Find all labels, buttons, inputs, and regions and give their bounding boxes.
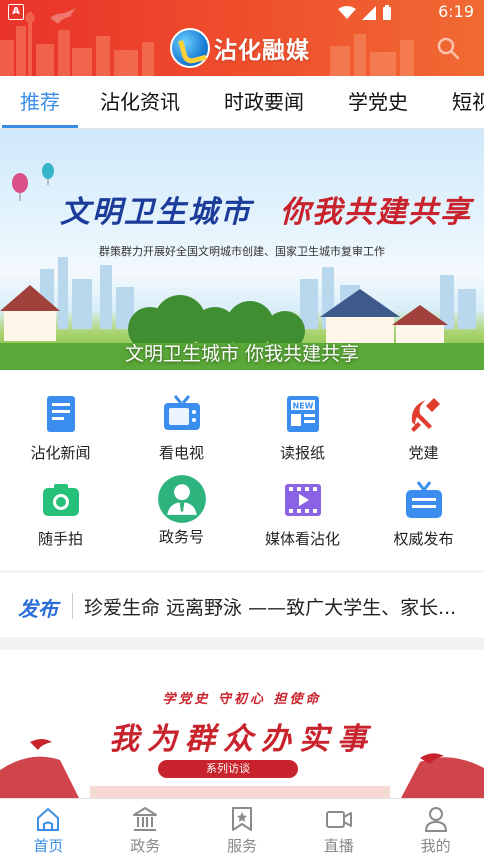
grid-label: 媒体看沾化 — [264, 530, 340, 548]
news-ticker[interactable]: 发布 珍爱生命 远离野泳 ——致广大学生、家长... — [0, 573, 484, 637]
grid-item-party-building[interactable]: 党建 — [363, 392, 484, 463]
grid-item-gov-accounts[interactable]: 政务号 — [121, 475, 242, 547]
logo-mark-icon — [170, 28, 210, 68]
nav-label: 我的 — [420, 837, 451, 855]
grid-item-official-release[interactable]: 权威发布 — [363, 478, 484, 549]
signal-icon — [362, 6, 376, 20]
tab-short-video[interactable]: 短视 — [452, 76, 484, 128]
grid-item-watch-tv[interactable]: 看电视 — [121, 392, 242, 463]
camera-icon — [42, 484, 79, 516]
nav-home[interactable]: 首页 — [0, 799, 97, 861]
video-icon — [284, 484, 321, 516]
wifi-icon — [338, 6, 356, 19]
nav-profile[interactable]: 我的 — [387, 799, 484, 861]
promo-title: 我为群众办实事 — [109, 722, 375, 757]
app-header: A 6:19 沾化融媒 — [0, 0, 484, 76]
news-paper-icon: NEW — [286, 396, 319, 432]
nav-label: 服务 — [226, 837, 257, 855]
svg-text:NEW: NEW — [292, 402, 313, 411]
banner-caption: 文明卫生城市 你我共建共享 — [124, 343, 360, 365]
promo-badge: 系列访谈 — [158, 760, 298, 778]
grid-label: 政务号 — [158, 528, 204, 546]
newspaper-icon — [46, 396, 75, 432]
channel-tabs: 推荐 沾化资讯 时政要闻 学党史 短视 — [0, 76, 484, 129]
nav-live[interactable]: 直播 — [290, 799, 387, 861]
party-emblem-icon — [410, 398, 440, 432]
nav-government[interactable]: 政务 — [97, 799, 194, 861]
nav-services[interactable]: 服务 — [194, 799, 291, 861]
battery-icon — [383, 5, 391, 20]
status-time: 6:19 — [438, 2, 474, 21]
banner-headline-right: 你我共建共享 — [280, 195, 472, 230]
broadcast-icon — [405, 481, 442, 518]
app-logo: 沾化融媒 — [170, 28, 310, 68]
ticker-headline[interactable]: 珍爱生命 远离野泳 ——致广大学生、家长... — [84, 593, 456, 620]
promo-banner[interactable]: 学党史 守初心 担使命 我为群众办实事 系列访谈 — [0, 650, 484, 800]
bottom-navigation: 首页 政务 服务 直播 我的 — [0, 798, 484, 861]
official-account-icon — [157, 475, 206, 523]
tab-party-history[interactable]: 学党史 — [348, 76, 408, 128]
search-icon[interactable] — [436, 36, 460, 60]
shortcut-grid: 沾化新闻 看电视 NEW 读报纸 党建 随手拍 政务号 媒体看沾化 权威发布 — [0, 370, 484, 570]
grid-label: 党建 — [408, 444, 439, 462]
tab-zhanhua-news[interactable]: 沾化资讯 — [100, 76, 180, 128]
grid-label: 读报纸 — [279, 444, 325, 462]
grid-label: 随手拍 — [37, 530, 83, 548]
ticker-tag: 发布 — [18, 597, 58, 621]
home-icon — [37, 808, 60, 831]
grid-label: 看电视 — [158, 444, 204, 462]
user-icon — [424, 807, 447, 832]
ticker-divider — [72, 593, 73, 619]
tab-politics[interactable]: 时政要闻 — [224, 76, 304, 128]
promo-kicker: 学党史 守初心 担使命 — [162, 692, 322, 707]
bookmark-star-icon — [231, 807, 252, 831]
grid-label: 沾化新闻 — [30, 444, 91, 462]
government-building-icon — [133, 807, 158, 831]
tv-icon — [163, 395, 200, 430]
grid-label: 权威发布 — [393, 530, 454, 548]
grid-item-snapshot[interactable]: 随手拍 — [0, 478, 121, 549]
banner-subtitle: 群策群力开展好全国文明城市创建、国家卫生城市复审工作 — [99, 245, 385, 258]
nav-label: 首页 — [33, 837, 64, 855]
grid-item-zhanhua-news[interactable]: 沾化新闻 — [0, 392, 121, 463]
video-camera-icon — [325, 811, 352, 828]
banner-carousel[interactable]: 文明卫生城市 你我共建共享 群策群力开展好全国文明城市创建、国家卫生城市复审工作 … — [0, 129, 484, 370]
app-name: 沾化融媒 — [214, 38, 310, 64]
nav-label: 直播 — [323, 837, 354, 855]
grid-item-media-view[interactable]: 媒体看沾化 — [242, 478, 363, 549]
banner-headline-left: 文明卫生城市 — [60, 195, 252, 230]
tab-recommend[interactable]: 推荐 — [2, 76, 78, 128]
nav-label: 政务 — [130, 837, 161, 855]
status-bar: A 6:19 — [0, 0, 484, 24]
banner-headline: 文明卫生城市 你我共建共享 — [60, 187, 472, 231]
grid-item-read-paper[interactable]: NEW 读报纸 — [242, 392, 363, 463]
app-notification-icon: A — [8, 4, 24, 20]
